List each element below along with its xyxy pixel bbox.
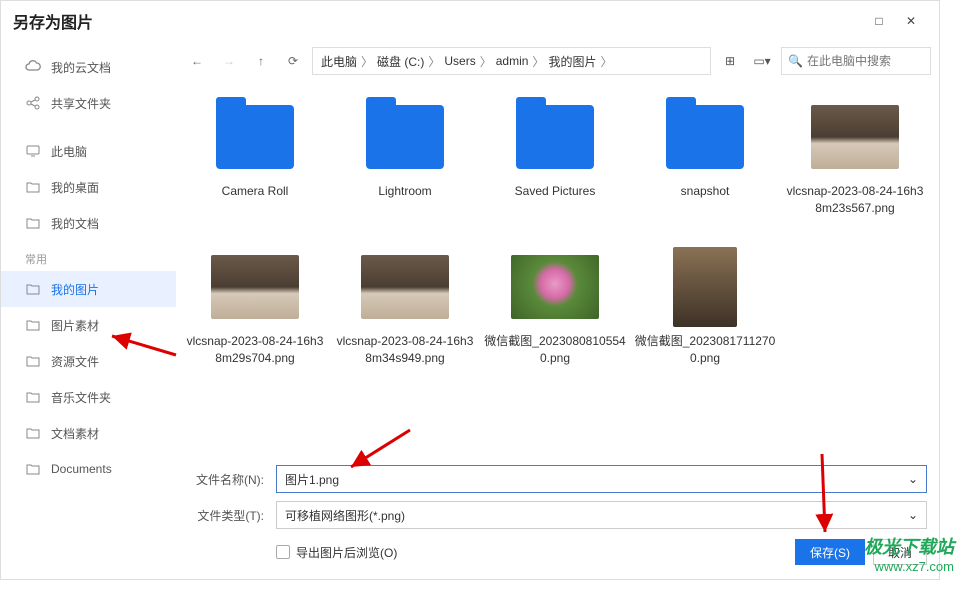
filetype-value: 可移植网络图形(*.png) <box>285 507 405 524</box>
image-item[interactable]: vlcsnap-2023-08-24-16h38m29s704.png <box>180 241 330 391</box>
sidebar-item-label: 我的桌面 <box>51 179 99 196</box>
sidebar-item[interactable]: 我的图片 <box>1 271 176 307</box>
breadcrumb[interactable]: 此电脑〉磁盘 (C:)〉Users〉admin〉我的图片〉 <box>312 47 711 75</box>
chevron-right-icon: 〉 <box>428 53 440 70</box>
image-thumbnail <box>811 105 899 169</box>
sidebar-item-label: 共享文件夹 <box>51 95 111 112</box>
export-browse-label: 导出图片后浏览(O) <box>296 544 397 561</box>
filename-dropdown-icon[interactable]: ⌄ <box>908 472 918 486</box>
nav-refresh-button[interactable]: ⟳ <box>280 48 306 74</box>
filename-label: 文件名称(N): <box>176 471 264 488</box>
file-label: Lightroom <box>378 183 431 200</box>
chevron-right-icon: 〉 <box>361 53 373 70</box>
sidebar: 我的云文档共享文件夹 此电脑我的桌面我的文档 常用 我的图片图片素材资源文件音乐… <box>1 41 176 579</box>
image-thumbnail <box>211 255 299 319</box>
image-thumbnail <box>673 247 737 327</box>
file-grid: Camera Roll Lightroom Saved Pictures snapsh… <box>176 81 939 457</box>
sidebar-item-label: 我的图片 <box>51 281 99 298</box>
folder-icon <box>25 179 41 195</box>
nav-back-button[interactable]: ← <box>184 48 210 74</box>
sidebar-item[interactable]: 我的文档 <box>1 205 176 241</box>
nav-up-button[interactable]: ↑ <box>248 48 274 74</box>
filetype-label: 文件类型(T): <box>176 507 264 524</box>
filename-input[interactable]: 图片1.png ⌄ <box>276 465 927 493</box>
sidebar-item-label: 我的文档 <box>51 215 99 232</box>
file-label: 微信截图_20230817112700.png <box>634 333 776 367</box>
sidebar-item[interactable]: 图片素材 <box>1 307 176 343</box>
image-item[interactable]: vlcsnap-2023-08-24-16h38m34s949.png <box>330 241 480 391</box>
monitor-icon <box>25 143 41 159</box>
folder-icon <box>516 105 594 169</box>
window-restore-button[interactable]: □ <box>863 7 895 35</box>
sidebar-item[interactable]: 我的桌面 <box>1 169 176 205</box>
sidebar-item-label: 文档素材 <box>51 425 99 442</box>
chevron-right-icon: 〉 <box>480 53 492 70</box>
sidebar-item-label: 图片素材 <box>51 317 99 334</box>
folder-item[interactable]: snapshot <box>630 91 780 241</box>
save-button[interactable]: 保存(S) <box>795 539 865 565</box>
search-input[interactable] <box>807 54 924 68</box>
watermark: 极光下载站 www.xz7.com <box>864 533 954 574</box>
sidebar-item[interactable]: 我的云文档 <box>1 49 176 85</box>
sidebar-section-frequent: 常用 <box>1 241 176 271</box>
search-icon: 🔍 <box>788 54 803 68</box>
folder-icon <box>25 353 41 369</box>
file-label: Saved Pictures <box>515 183 596 200</box>
sidebar-item-label: Documents <box>51 462 112 476</box>
chevron-right-icon: 〉 <box>600 53 612 70</box>
file-label: vlcsnap-2023-08-24-16h38m34s949.png <box>334 333 476 367</box>
dialog-title: 另存为图片 <box>13 9 863 33</box>
folder-icon <box>25 461 41 477</box>
nav-forward-button[interactable]: → <box>216 48 242 74</box>
filetype-select[interactable]: 可移植网络图形(*.png) ⌄ <box>276 501 927 529</box>
folder-icon <box>25 389 41 405</box>
breadcrumb-item[interactable]: 我的图片 <box>548 53 596 70</box>
file-label: 微信截图_20230808105540.png <box>484 333 626 367</box>
folder-icon <box>25 317 41 333</box>
filename-value: 图片1.png <box>285 471 339 488</box>
sidebar-item-label: 音乐文件夹 <box>51 389 111 406</box>
share-icon <box>25 95 41 111</box>
chevron-right-icon: 〉 <box>532 53 544 70</box>
sidebar-item-label: 我的云文档 <box>51 59 111 76</box>
file-label: vlcsnap-2023-08-24-16h38m23s567.png <box>784 183 926 217</box>
image-thumbnail <box>361 255 449 319</box>
new-folder-icon[interactable]: ⊞ <box>717 48 743 74</box>
image-item[interactable]: 微信截图_20230817112700.png <box>630 241 780 391</box>
folder-item[interactable]: Lightroom <box>330 91 480 241</box>
window-close-button[interactable]: ✕ <box>895 7 927 35</box>
image-thumbnail <box>511 255 599 319</box>
sidebar-item[interactable]: 音乐文件夹 <box>1 379 176 415</box>
file-label: Camera Roll <box>222 183 289 200</box>
folder-icon <box>366 105 444 169</box>
breadcrumb-item[interactable]: 此电脑 <box>321 53 357 70</box>
sidebar-item[interactable]: 文档素材 <box>1 415 176 451</box>
breadcrumb-item[interactable]: Users <box>444 54 475 68</box>
file-label: vlcsnap-2023-08-24-16h38m29s704.png <box>184 333 326 367</box>
sidebar-item[interactable]: 资源文件 <box>1 343 176 379</box>
folder-icon <box>666 105 744 169</box>
sidebar-item[interactable]: 此电脑 <box>1 133 176 169</box>
sidebar-item[interactable]: 共享文件夹 <box>1 85 176 121</box>
file-label: snapshot <box>681 183 730 200</box>
folder-icon <box>25 425 41 441</box>
image-item[interactable]: vlcsnap-2023-08-24-16h38m23s567.png <box>780 91 930 241</box>
breadcrumb-item[interactable]: admin <box>496 54 529 68</box>
cloud-icon <box>25 59 41 75</box>
sidebar-item-label: 资源文件 <box>51 353 99 370</box>
sidebar-item[interactable]: Documents <box>1 451 176 487</box>
folder-icon <box>216 105 294 169</box>
image-item[interactable]: 微信截图_20230808105540.png <box>480 241 630 391</box>
folder-icon <box>25 281 41 297</box>
search-box[interactable]: 🔍 <box>781 47 931 75</box>
breadcrumb-item[interactable]: 磁盘 (C:) <box>377 53 424 70</box>
export-browse-checkbox[interactable] <box>276 545 290 559</box>
folder-icon <box>25 215 41 231</box>
folder-item[interactable]: Camera Roll <box>180 91 330 241</box>
view-mode-icon[interactable]: ▭▾ <box>749 48 775 74</box>
sidebar-item-label: 此电脑 <box>51 143 87 160</box>
filetype-dropdown-icon[interactable]: ⌄ <box>908 508 918 522</box>
folder-item[interactable]: Saved Pictures <box>480 91 630 241</box>
